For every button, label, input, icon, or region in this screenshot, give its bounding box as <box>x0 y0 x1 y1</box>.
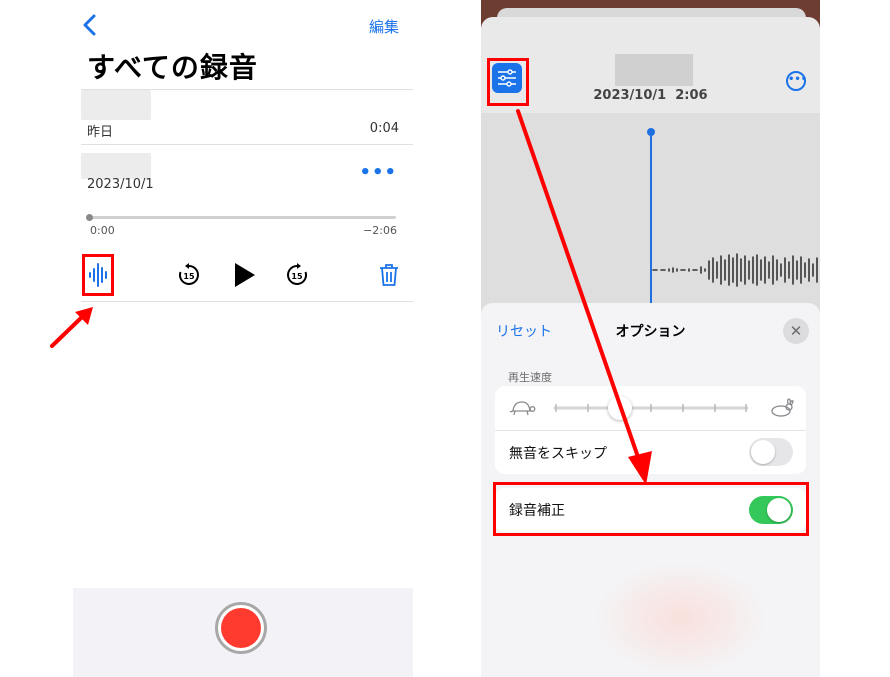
recording-date: 昨日 <box>87 125 114 140</box>
elapsed-time: 0:00 <box>90 224 115 237</box>
waveform-graphic <box>652 253 818 287</box>
ellipsis-circle-icon[interactable]: ••• <box>786 71 807 91</box>
recording-datetime: 2023/10/1 2:06 <box>481 88 820 103</box>
skip-forward-label: 15 <box>291 272 303 281</box>
playback-scrubber[interactable] <box>89 216 396 219</box>
play-icon[interactable] <box>233 262 257 288</box>
recording-name-blurred <box>81 153 151 179</box>
scrubber-knob[interactable] <box>86 214 93 221</box>
trash-icon[interactable] <box>379 263 399 287</box>
skip-back-label: 15 <box>183 272 195 281</box>
divider <box>81 144 413 145</box>
skip-back-15-icon[interactable]: 15 <box>177 263 201 287</box>
red-arrow-icon <box>50 307 93 348</box>
recording-duration: 0:04 <box>369 121 399 136</box>
more-options-button[interactable]: ••• <box>359 162 397 183</box>
record-icon[interactable] <box>221 608 261 648</box>
record-glow <box>591 560 771 677</box>
skip-silence-toggle-knob[interactable] <box>751 440 775 464</box>
divider <box>81 301 413 302</box>
recording-name-blurred <box>615 54 693 86</box>
remaining-time: −2:06 <box>363 224 397 237</box>
rabbit-icon <box>771 398 794 417</box>
recording-date: 2023/10/1 <box>87 177 154 192</box>
list-item[interactable]: 昨日 0:04 <box>81 90 413 144</box>
recording-time: 2:06 <box>675 88 708 103</box>
edit-button[interactable]: 編集 <box>369 16 399 37</box>
chevron-left-icon[interactable] <box>81 14 99 36</box>
recording-date: 2023/10/1 <box>593 88 667 103</box>
recording-name-blurred <box>81 90 151 120</box>
skip-forward-15-icon[interactable]: 15 <box>285 263 309 287</box>
page-title: すべての録音 <box>87 51 258 84</box>
red-arrow-icon <box>516 109 652 485</box>
close-icon[interactable]: ✕ <box>783 318 809 344</box>
recordings-list-screen: 編集 すべての録音 昨日 0:04 2023/10/1 ••• 0:00 −2:… <box>73 0 413 677</box>
annotation-highlight-box <box>493 482 809 536</box>
annotation-highlight-box <box>82 254 114 296</box>
